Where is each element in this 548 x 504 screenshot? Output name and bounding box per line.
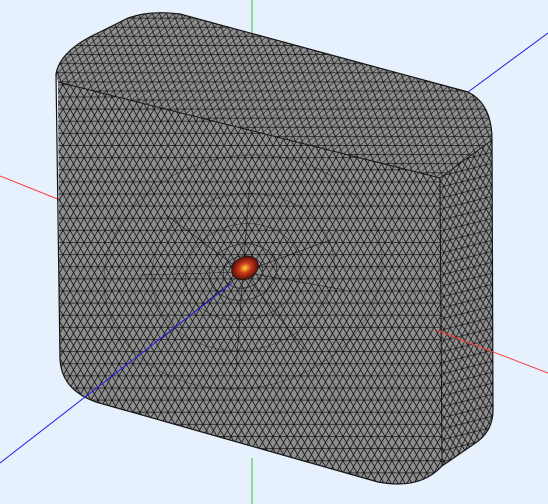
3d-viewport[interactable] [0, 0, 548, 504]
model-side-face[interactable] [440, 140, 493, 466]
scene-canvas[interactable] [0, 0, 548, 504]
y-axis-line [467, 32, 548, 93]
x-axis-line [0, 175, 61, 201]
